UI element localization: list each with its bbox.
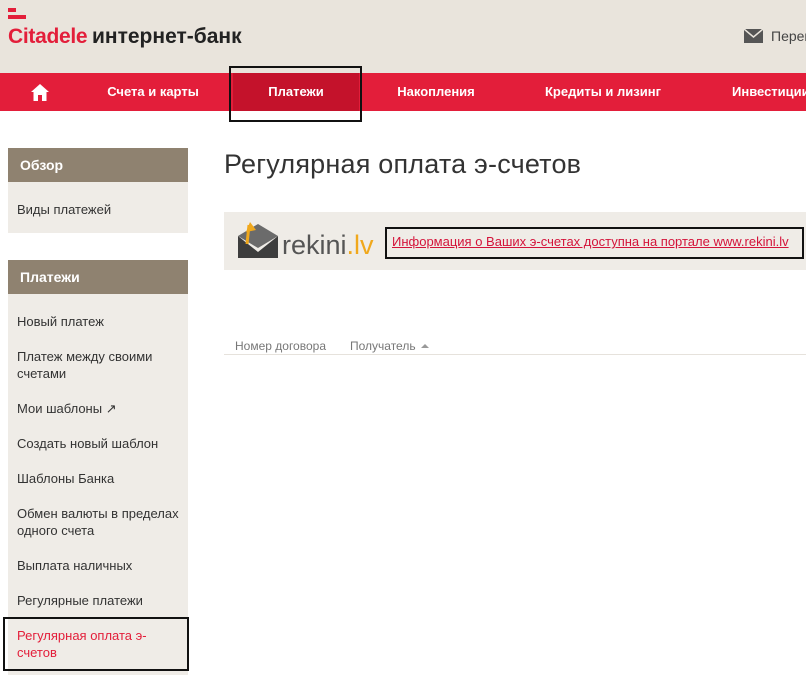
logo-product-text: интернет-банк [92, 25, 242, 48]
sidebar-payments: Платежи Новый платеж Платеж между своими… [8, 260, 188, 675]
column-recipient[interactable]: Получатель [350, 339, 429, 353]
top-header: Citadele интернет-банк Переп [0, 0, 806, 73]
rekini-wordmark: rekini.lv [282, 230, 374, 261]
sidebar-item-new-payment[interactable]: Новый платеж [8, 313, 180, 330]
nav-credits-leasing[interactable]: Кредиты и лизинг [530, 73, 676, 111]
nav-accounts-cards[interactable]: Счета и карты [92, 73, 214, 111]
nav-payments[interactable]: Платежи [233, 73, 359, 111]
sidebar-heading-overview[interactable]: Обзор [8, 148, 188, 182]
rekini-logo: rekini.lv [236, 220, 386, 262]
nav-home[interactable] [14, 73, 66, 111]
home-icon [31, 83, 49, 101]
sidebar-item-regular-einvoice[interactable]: Регулярная оплата э-счетов [8, 627, 180, 661]
nav-savings[interactable]: Накопления [378, 73, 494, 111]
rekini-word-suffix: .lv [346, 230, 374, 260]
nav-investments[interactable]: Инвестиции [718, 73, 806, 111]
column-contract-number[interactable]: Номер договора [235, 339, 326, 353]
sidebar-heading-payments[interactable]: Платежи [8, 260, 188, 294]
logo-mark-icon [8, 8, 26, 20]
rekini-word-main: rekini [282, 230, 347, 260]
column-recipient-label: Получатель [350, 339, 416, 353]
messages-link[interactable]: Переп [744, 28, 806, 44]
page-title: Регулярная оплата э-счетов [224, 149, 582, 179]
sidebar-item-cash-withdrawal[interactable]: Выплата наличных [8, 557, 180, 574]
sidebar-item-my-templates[interactable]: Мои шаблоны ↗ [8, 400, 180, 417]
sidebar-item-own-accounts-transfer[interactable]: Платеж между своими счетами [8, 348, 180, 382]
sort-ascending-icon [420, 344, 429, 348]
sidebar-item-regular-payments[interactable]: Регулярные платежи [8, 592, 180, 609]
sidebar-item-currency-exchange[interactable]: Обмен валюты в пределах одного счета [8, 505, 180, 539]
sidebar-overview: Обзор Виды платежей [8, 148, 188, 233]
main-nav: Счета и карты Платежи Накопления Кредиты… [0, 73, 806, 111]
sidebar-item-bank-templates[interactable]: Шаблоны Банка [8, 470, 180, 487]
envelope-icon [744, 29, 763, 43]
sidebar-item-create-template[interactable]: Создать новый шаблон [8, 435, 180, 452]
rekini-envelope-icon [238, 222, 278, 258]
einvoice-table-header: Номер договора Получатель [224, 336, 806, 355]
sidebar-item-payment-types[interactable]: Виды платежей [8, 201, 180, 218]
messages-label: Переп [771, 28, 806, 44]
rekini-banner: rekini.lv Информация о Ваших э-счетах до… [224, 212, 806, 270]
rekini-info-link[interactable]: Информация о Ваших э-счетах доступна на … [392, 234, 789, 249]
logo-brand-text: Citadele [8, 25, 88, 48]
